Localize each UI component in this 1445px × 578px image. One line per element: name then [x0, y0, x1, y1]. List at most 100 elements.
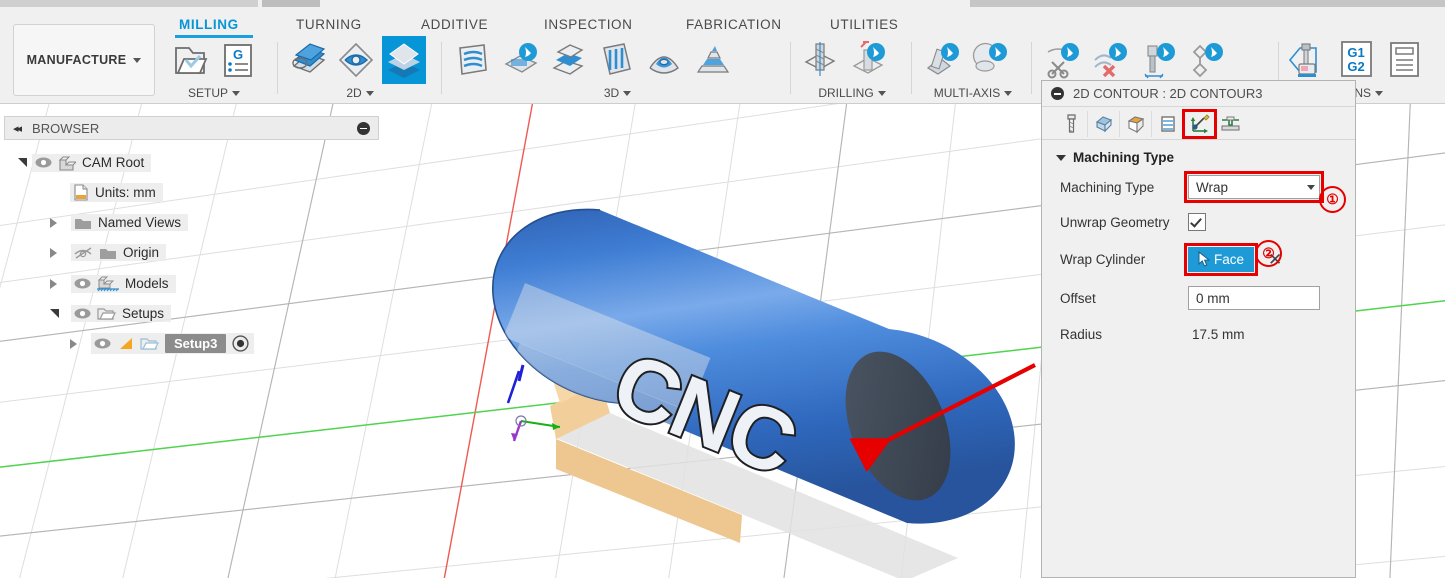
- tree-item-models[interactable]: Models: [50, 273, 176, 294]
- expander-collapsed-icon[interactable]: [50, 247, 57, 258]
- tree-item-setups[interactable]: Setups: [50, 303, 172, 324]
- x-axis-line: [443, 103, 534, 578]
- pocket-clearing-icon[interactable]: [450, 36, 494, 84]
- tab-passes[interactable]: [1152, 111, 1184, 137]
- 2d-adaptive-icon[interactable]: [382, 36, 426, 84]
- contour-3d-icon[interactable]: [642, 36, 686, 84]
- drill-icon[interactable]: [798, 36, 842, 84]
- chevron-down-icon: [1004, 90, 1013, 96]
- stock-side-face: [540, 325, 600, 403]
- dialog-title-bar[interactable]: 2D CONTOUR : 2D CONTOUR3: [1042, 81, 1355, 107]
- setup-wcs-icon: [120, 338, 132, 349]
- ribbon-group-3d-label[interactable]: 3D: [450, 86, 785, 100]
- chevron-down-icon: [1375, 90, 1383, 96]
- eye-visible-icon[interactable]: [35, 156, 52, 169]
- ribbon-tab-inspection[interactable]: INSPECTION: [544, 17, 633, 32]
- offset-value: 0 mm: [1196, 290, 1230, 306]
- adaptive-clearing-icon[interactable]: [498, 36, 542, 84]
- chrome-bar-right: [970, 0, 1445, 7]
- ribbon-tab-milling[interactable]: MILLING: [179, 17, 239, 32]
- tree-label-cam-root: CAM Root: [82, 155, 145, 170]
- open-folder-icon: [140, 338, 159, 350]
- expander-collapsed-icon[interactable]: [70, 338, 77, 349]
- collapse-left-icon[interactable]: ◂◂: [13, 122, 22, 135]
- minimize-icon[interactable]: [357, 121, 370, 135]
- setup-sheet-icon[interactable]: [1382, 36, 1426, 84]
- tab-manual-nc[interactable]: [1215, 111, 1246, 137]
- multi-axis-contour-icon[interactable]: [968, 36, 1012, 84]
- selection-highlight-patches: [492, 283, 711, 522]
- parallel-icon[interactable]: [594, 36, 638, 84]
- field-row-offset: Offset 0 mm: [1042, 279, 1355, 317]
- setup-folder-icon[interactable]: [168, 36, 212, 84]
- svg-text:G1: G1: [1347, 45, 1364, 60]
- ribbon-group-drilling-label[interactable]: DRILLING: [798, 86, 906, 100]
- field-row-wrap-cylinder: Wrap Cylinder Face ✕: [1042, 239, 1355, 279]
- tab-heights[interactable]: [1120, 111, 1152, 137]
- tab-tool[interactable]: [1056, 111, 1088, 137]
- chevron-down-icon: [232, 90, 240, 96]
- label-wrap-cylinder: Wrap Cylinder: [1060, 251, 1146, 267]
- tree-item-units[interactable]: Units: mm: [70, 182, 163, 203]
- ribbon-tab-fabrication[interactable]: FABRICATION: [686, 17, 782, 32]
- expander-expanded-icon[interactable]: [18, 158, 27, 167]
- label-unwrap-geometry: Unwrap Geometry: [1060, 214, 1170, 230]
- eye-visible-icon[interactable]: [74, 277, 91, 290]
- chevron-down-icon[interactable]: [1307, 184, 1315, 190]
- ribbon-tab-turning[interactable]: TURNING: [296, 17, 362, 32]
- ribbon-tab-utilities[interactable]: UTILITIES: [830, 17, 898, 32]
- eye-visible-icon[interactable]: [74, 307, 91, 320]
- ribbon-group-2d-label[interactable]: 2D: [286, 86, 434, 100]
- machine-library-icon[interactable]: [1184, 36, 1228, 84]
- swarf-icon[interactable]: [920, 36, 964, 84]
- tab-geometry[interactable]: [1088, 111, 1120, 137]
- label-machining-type: Machining Type: [1060, 179, 1155, 195]
- browser-header[interactable]: ◂◂ BROWSER: [4, 116, 379, 140]
- bore-icon[interactable]: [846, 36, 890, 84]
- tool-library-icon[interactable]: [1136, 36, 1180, 84]
- delete-toolpath-icon[interactable]: [1088, 36, 1132, 84]
- svg-text:CNC: CNC: [600, 333, 809, 494]
- machining-type-combo[interactable]: Wrap: [1184, 171, 1324, 203]
- ribbon-tab-additive[interactable]: ADDITIVE: [421, 17, 488, 32]
- eye-hidden-icon[interactable]: [74, 246, 93, 260]
- simulate-icon[interactable]: [1286, 36, 1330, 84]
- expander-expanded-icon[interactable]: [50, 309, 59, 318]
- ribbon-group-setup-label[interactable]: SETUP: [164, 86, 264, 100]
- tab-linking[interactable]: [1182, 109, 1217, 139]
- tree-item-origin[interactable]: Origin: [50, 242, 167, 263]
- horizontal-icon[interactable]: [546, 36, 590, 84]
- section-header-machining-type[interactable]: Machining Type: [1042, 140, 1355, 169]
- face-icon[interactable]: [286, 36, 330, 84]
- tree-item-named-views[interactable]: Named Views: [50, 212, 189, 233]
- tree-label-setups: Setups: [122, 306, 165, 321]
- tree-item-cam-root[interactable]: CAM Root: [18, 152, 152, 173]
- minimize-icon[interactable]: [1051, 87, 1064, 100]
- chevron-down-icon: [133, 57, 142, 63]
- wrap-cylinder-face-button[interactable]: Face: [1184, 242, 1258, 276]
- expander-collapsed-icon[interactable]: [50, 278, 57, 289]
- section-title: Machining Type: [1073, 150, 1175, 165]
- unwrap-geometry-checkbox[interactable]: [1188, 213, 1206, 231]
- ramp-icon[interactable]: [690, 36, 734, 84]
- ribbon-group-multi-axis-label[interactable]: MULTI-AXIS: [920, 86, 1026, 100]
- cylinder-end-cap: [845, 351, 951, 501]
- generate-nc-program-icon[interactable]: G: [216, 36, 260, 84]
- radius-value: 17.5 mm: [1192, 326, 1245, 342]
- dialog-tab-strip: [1042, 107, 1355, 140]
- eye-visible-icon[interactable]: [94, 337, 111, 350]
- stock-box-icon: [1127, 116, 1144, 134]
- chevron-down-icon[interactable]: [1056, 154, 1066, 161]
- tree-item-setup3[interactable]: Setup3: [70, 333, 255, 354]
- multi-axis-label-text: MULTI-AXIS: [933, 86, 1001, 100]
- trim-toolpath-icon[interactable]: [1040, 36, 1084, 84]
- g1-g2-post-process-icon[interactable]: G1 G2: [1334, 36, 1378, 84]
- 2d-contour-icon[interactable]: [334, 36, 378, 84]
- stock-left-face: [550, 381, 610, 439]
- svg-text:G2: G2: [1347, 59, 1364, 74]
- 2d-label-text: 2D: [346, 86, 362, 100]
- active-setup-radio-icon[interactable]: [232, 335, 249, 352]
- expander-collapsed-icon[interactable]: [50, 217, 57, 228]
- models-icon: [97, 276, 119, 291]
- offset-input[interactable]: 0 mm: [1188, 286, 1320, 310]
